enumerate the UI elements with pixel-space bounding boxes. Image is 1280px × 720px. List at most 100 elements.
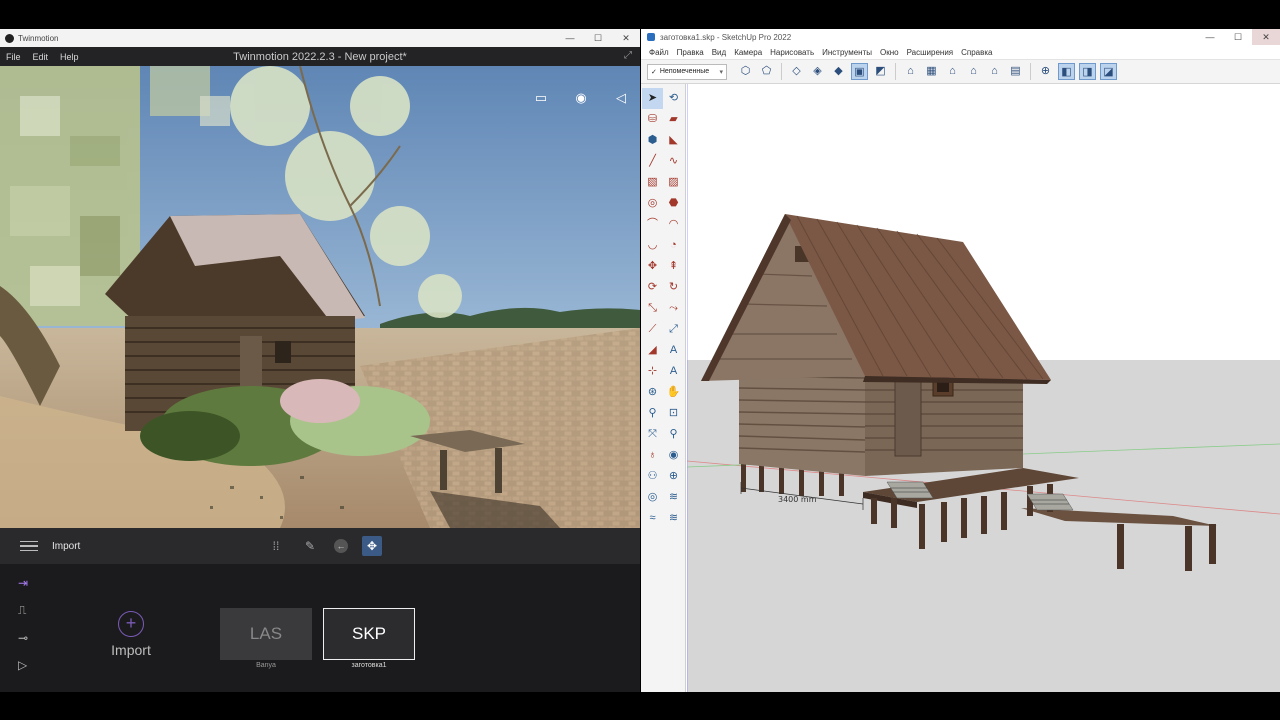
display-section-planes-icon[interactable]: ◧ [1058,63,1075,80]
menu-extensions[interactable]: Расширения [903,48,958,57]
close-icon[interactable]: ✕ [1252,29,1280,45]
left-view-icon[interactable]: ▤ [1007,63,1024,80]
dimension-tool-icon[interactable]: ⤢ [663,319,684,340]
menu-help[interactable]: Справка [957,48,996,57]
menu-camera[interactable]: Камера [730,48,766,57]
lasso-tool-icon[interactable]: ⟲ [663,88,684,109]
previous-view-icon[interactable]: ⚲ [663,424,684,445]
menu-view[interactable]: Вид [708,48,730,57]
hamburger-menu-icon[interactable] [20,538,38,555]
sandbox-smoove-icon[interactable]: ≈ [642,508,663,529]
frame-icon[interactable]: ▭ [532,90,550,106]
maximize-icon[interactable]: ☐ [1224,29,1252,45]
zoom-icon[interactable]: ⚲ [642,403,663,424]
protractor-icon[interactable]: ◢ [642,340,663,361]
eraser-icon[interactable]: ▰ [663,109,684,130]
rotate-tool-icon[interactable]: ⟳ [642,277,663,298]
fullscreen-icon[interactable]: ⤢ [624,50,632,61]
paint-bucket-icon[interactable]: ⛁ [642,109,663,130]
display-section-fill-icon[interactable]: ◪ [1100,63,1117,80]
menu-edit[interactable]: Правка [673,48,708,57]
menu-draw[interactable]: Нарисовать [766,48,818,57]
line-tool-icon[interactable]: ╱ [642,151,663,172]
monochrome-icon[interactable]: ◩ [872,63,889,80]
menu-file[interactable]: Файл [645,48,673,57]
sandbox-stamp-icon[interactable]: ≋ [663,508,684,529]
path-nav-icon[interactable]: ⎍ [18,603,28,618]
offset-tool-icon[interactable]: ⤳ [663,298,684,319]
menu-file[interactable]: File [0,52,27,62]
import-button[interactable]: + Import [106,611,156,658]
push-pull-icon[interactable]: ⇞ [663,256,684,277]
wireframe-icon[interactable]: ◇ [788,63,805,80]
arc-tool-icon[interactable]: ⌒ [642,214,663,235]
tag-dropdown[interactable]: ✓ Непомеченные ▾ [647,63,727,80]
3d-text-icon[interactable]: A [663,361,684,382]
asset-tile-las[interactable]: LAS [220,608,312,660]
tape-measure-icon[interactable]: ⟋ [642,319,663,340]
text-tool-icon[interactable]: A [663,340,684,361]
close-icon[interactable]: ✕ [612,29,640,47]
maximize-icon[interactable]: ☐ [584,29,612,47]
back-edges-icon[interactable]: ⬠ [758,63,775,80]
position-camera-icon[interactable]: ♁ [642,445,663,466]
menu-edit[interactable]: Edit [27,52,55,62]
iso-view-icon[interactable]: ⌂ [902,63,919,80]
shaded-textures-icon[interactable]: ▣ [851,63,868,80]
freehand-tool-icon[interactable]: ∿ [663,151,684,172]
look-around-icon[interactable]: ◉ [663,445,684,466]
sandbox-scratch-icon[interactable]: ≋ [663,487,684,508]
front-view-icon[interactable]: ⌂ [944,63,961,80]
follow-me-icon[interactable]: ↻ [663,277,684,298]
zoom-extents-icon[interactable]: ⤧ [642,424,663,445]
rectangle-tool-icon[interactable]: ▧ [642,172,663,193]
slider-nav-icon[interactable]: ⊸ [18,631,28,645]
move-icon[interactable]: ✥ [362,536,382,556]
import-nav-icon[interactable]: ⇥ [18,576,28,590]
xray-style-icon[interactable]: ⬡ [737,63,754,80]
point-cloud-icon[interactable]: ⁞⁞ [266,536,286,556]
display-section-cuts-icon[interactable]: ◨ [1079,63,1096,80]
minimize-icon[interactable]: — [1196,29,1224,45]
polygon-tool-icon[interactable]: ⬣ [663,193,684,214]
top-view-icon[interactable]: ▦ [923,63,940,80]
media-nav-icon[interactable]: ▷ [18,658,28,672]
menu-tools[interactable]: Инструменты [818,48,876,57]
tm-window-title: Twinmotion [18,33,59,43]
shaded-icon[interactable]: ◆ [830,63,847,80]
su-model-canvas[interactable]: 3400 mm [687,84,1280,692]
section-plane-icon[interactable]: ⊕ [1037,63,1054,80]
import-button-label: Import [111,642,151,658]
rotated-rectangle-icon[interactable]: ▨ [663,172,684,193]
right-view-icon[interactable]: ⌂ [965,63,982,80]
circle-tool-icon[interactable]: ◎ [642,193,663,214]
eyedropper-icon[interactable]: ✎ [300,536,320,556]
section-plane-tool-icon[interactable]: ⊕ [663,466,684,487]
pan-icon[interactable]: ✋ [663,382,684,403]
tm-viewport[interactable]: ▭ ◉ ◁ [0,66,640,528]
three-point-arc-icon[interactable]: ◡ [642,235,663,256]
pie-tool-icon[interactable]: ◔ [663,235,684,256]
hidden-line-icon[interactable]: ◈ [809,63,826,80]
select-tool-icon[interactable]: ➤ [642,88,663,109]
sandbox-contours-icon[interactable]: ◎ [642,487,663,508]
su-large-tool-set: ➤ ⟲ ⛁ ▰ ⬢ ◣ ╱ ∿ ▧ ▨ ◎ ⬣ ⌒ ◠ ◡ ◔ ✥ ⇞ ⟳ ↻ [641,84,686,692]
menu-window[interactable]: Окно [876,48,903,57]
back-view-icon[interactable]: ⌂ [986,63,1003,80]
collapse-arrow-icon[interactable]: ◁ [612,90,630,106]
two-point-arc-icon[interactable]: ◠ [663,214,684,235]
tag-tool-icon[interactable]: ◣ [663,130,684,151]
orbit-icon[interactable]: ⊛ [642,382,663,403]
scale-tool-icon[interactable]: ⤡ [642,298,663,319]
walk-icon[interactable]: ⚇ [642,466,663,487]
zoom-window-icon[interactable]: ⊡ [663,403,684,424]
su-view-tools: ⬡ ⬠ ◇ ◈ ◆ ▣ ◩ ⌂ ▦ ⌂ ⌂ ⌂ ▤ ⊕ ◧ ◨ ◪ [737,63,1117,80]
eye-icon[interactable]: ◉ [572,90,590,106]
axes-tool-icon[interactable]: ⊹ [642,361,663,382]
menu-help[interactable]: Help [54,52,85,62]
move-tool-icon[interactable]: ✥ [642,256,663,277]
back-arrow-icon[interactable]: ← [334,539,348,553]
asset-tile-skp[interactable]: SKP [323,608,415,660]
minimize-icon[interactable]: — [556,29,584,47]
make-component-icon[interactable]: ⬢ [642,130,663,151]
